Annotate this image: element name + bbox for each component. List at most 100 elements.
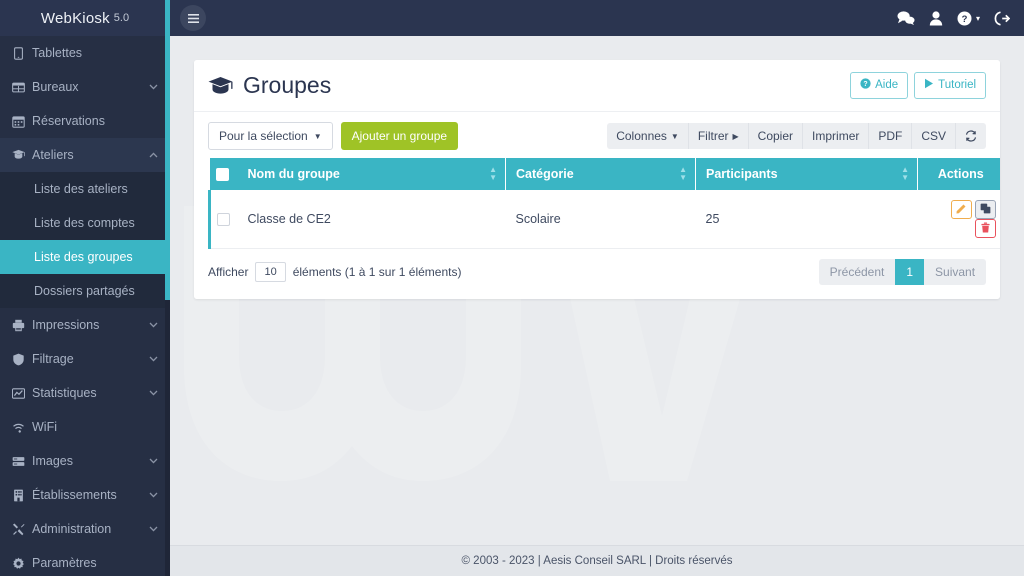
desktop-grid-icon [12, 80, 32, 94]
sidebar-item-label: Ateliers [32, 148, 74, 162]
sidebar-item-label: Filtrage [32, 352, 74, 366]
export-button-label: PDF [878, 129, 903, 143]
export-button-filtrer[interactable]: Filtrer ▶ [689, 123, 749, 149]
select-all-header[interactable] [209, 158, 238, 191]
sidebar-item-tablettes[interactable]: Tablettes [0, 36, 170, 70]
select-all-checkbox[interactable] [215, 168, 229, 182]
wifi-icon [12, 420, 32, 434]
copy-icon [980, 203, 991, 217]
sidebar-item-wifi[interactable]: WiFi [0, 410, 170, 444]
card-header: Groupes ? Aide Tutoriel [194, 60, 1001, 112]
table-head: Nom du groupe ▲ ▼ Catégorie ▲ ▼ Participan… [209, 158, 1001, 191]
edit-button[interactable] [950, 200, 972, 220]
sidebar-item-label: Paramètres [32, 556, 97, 570]
column-header-name[interactable]: Nom du groupe ▲ ▼ [237, 158, 506, 191]
export-button-copier[interactable]: Copier [749, 123, 804, 149]
sidebar-subitem-liste-des-comptes[interactable]: Liste des comptes [0, 206, 170, 240]
pagination: Précédent 1 Suivant [818, 259, 987, 286]
add-group-button[interactable]: Ajouter un groupe [340, 122, 459, 150]
sort-indicator-icon: ▲ ▼ [679, 165, 687, 183]
cell-category: Scolaire [505, 190, 696, 250]
sidebar-item-bureaux[interactable]: Bureaux [0, 70, 170, 104]
export-button-csv[interactable]: CSV [912, 123, 957, 149]
selection-dropdown-label: Pour la sélection [219, 129, 308, 143]
shield-icon [12, 352, 32, 366]
sidebar: WebKiosk 5.0 Tablettes Bureaux Réservation… [0, 0, 170, 576]
chat-bubbles-icon[interactable] [897, 11, 915, 25]
sidebar-item-label: Bureaux [32, 80, 79, 94]
pagination-page-1[interactable]: 1 [895, 259, 925, 286]
sidebar-submenu-ateliers: Liste des ateliers Liste des comptes Liste… [0, 172, 170, 308]
sidebar-subitem-liste-des-ateliers[interactable]: Liste des ateliers [0, 172, 170, 206]
sidebar-item-label: WiFi [32, 420, 57, 434]
column-header-category[interactable]: Catégorie ▲ ▼ [505, 158, 696, 191]
row-select-cell[interactable] [208, 190, 238, 250]
page-title: Groupes [208, 72, 331, 99]
sidebar-subitem-liste-des-groupes[interactable]: Liste des groupes [0, 240, 170, 274]
selection-dropdown[interactable]: Pour la sélection ▼ [208, 122, 333, 150]
no-icon [148, 116, 158, 126]
sidebar-item-administration[interactable]: Administration [0, 512, 170, 546]
sidebar-item-statistiques[interactable]: Statistiques [0, 376, 170, 410]
sidebar-item-filtrage[interactable]: Filtrage [0, 342, 170, 376]
entries-selector: Afficher 10 éléments (1 à 1 sur 1 élémen… [208, 262, 461, 283]
sidebar-item-label: Images [32, 454, 73, 468]
sidebar-item-ateliers[interactable]: Ateliers [0, 138, 170, 172]
chevron-up-icon [148, 150, 158, 160]
duplicate-button[interactable] [974, 200, 996, 220]
column-header-participants[interactable]: Participants ▲ ▼ [695, 158, 918, 191]
sidebar-item-label: Établissements [32, 488, 117, 502]
sidebar-item-param-tres[interactable]: Paramètres [0, 546, 170, 576]
help-circle-icon[interactable]: ? ▾ [957, 11, 980, 26]
chevron-down-icon [148, 456, 158, 466]
sidebar-subitem-label: Dossiers partagés [34, 284, 135, 298]
cell-actions [917, 190, 1001, 250]
row-checkbox[interactable] [217, 213, 230, 227]
sidebar-item-r-servations[interactable]: Réservations [0, 104, 170, 138]
export-button-label: Colonnes [616, 129, 667, 143]
column-header-actions-label: Actions [937, 167, 984, 182]
hamburger-icon[interactable] [180, 5, 206, 31]
refresh-icon[interactable] [956, 123, 986, 149]
graduation-cap-icon [12, 148, 32, 162]
sort-indicator-icon: ▲ ▼ [489, 165, 497, 183]
tablet-icon [12, 46, 32, 60]
table-container: Nom du groupe ▲ ▼ Catégorie ▲ ▼ Participan… [194, 158, 1001, 250]
user-icon[interactable] [929, 10, 943, 26]
export-button-label: Copier [757, 129, 794, 143]
tutorial-button[interactable]: Tutoriel [914, 72, 987, 99]
table-row[interactable]: Classe de CE2 Scolaire 25 [208, 190, 1001, 250]
graduation-cap-icon [208, 76, 233, 95]
help-button[interactable]: ? Aide [850, 72, 909, 99]
export-button-imprimer[interactable]: Imprimer [803, 123, 870, 149]
chart-line-icon [12, 386, 32, 400]
sidebar-subitem-dossiers-partag-s[interactable]: Dossiers partagés [0, 274, 170, 308]
logout-icon[interactable] [994, 10, 1011, 26]
top-bar-actions: ? ▾ [897, 10, 1011, 26]
no-icon [148, 558, 158, 568]
export-button-colonnes[interactable]: Colonnes ▼ [607, 123, 689, 149]
svg-text:?: ? [962, 14, 968, 25]
sidebar-subitem-label: Liste des ateliers [34, 182, 128, 196]
tutorial-button-label: Tutoriel [938, 78, 977, 91]
show-entries-label: Afficher [208, 265, 249, 280]
brand-logo[interactable]: WebKiosk 5.0 [0, 0, 170, 36]
svg-text:?: ? [863, 81, 867, 88]
chevron-down-icon: ▾ [976, 13, 981, 23]
column-header-category-label: Catégorie [516, 167, 574, 182]
chevron-down-icon [148, 490, 158, 500]
pagination-next[interactable]: Suivant [924, 259, 986, 285]
delete-button[interactable] [974, 219, 996, 239]
export-button-pdf[interactable]: PDF [869, 123, 913, 149]
sidebar-item-impressions[interactable]: Impressions [0, 308, 170, 342]
pagination-previous[interactable]: Précédent [819, 259, 896, 285]
table-header-row: Nom du groupe ▲ ▼ Catégorie ▲ ▼ Participan… [209, 158, 1001, 191]
chevron-down-icon [148, 524, 158, 534]
help-circle-icon: ? [860, 78, 871, 93]
entries-per-page-input[interactable]: 10 [255, 262, 286, 283]
pencil-icon [955, 203, 967, 217]
sidebar-item-label: Statistiques [32, 386, 97, 400]
table-footer: Afficher 10 éléments (1 à 1 sur 1 élémen… [194, 249, 1001, 300]
sidebar-item-images[interactable]: Images [0, 444, 170, 478]
sidebar-item--tablissements[interactable]: Établissements [0, 478, 170, 512]
